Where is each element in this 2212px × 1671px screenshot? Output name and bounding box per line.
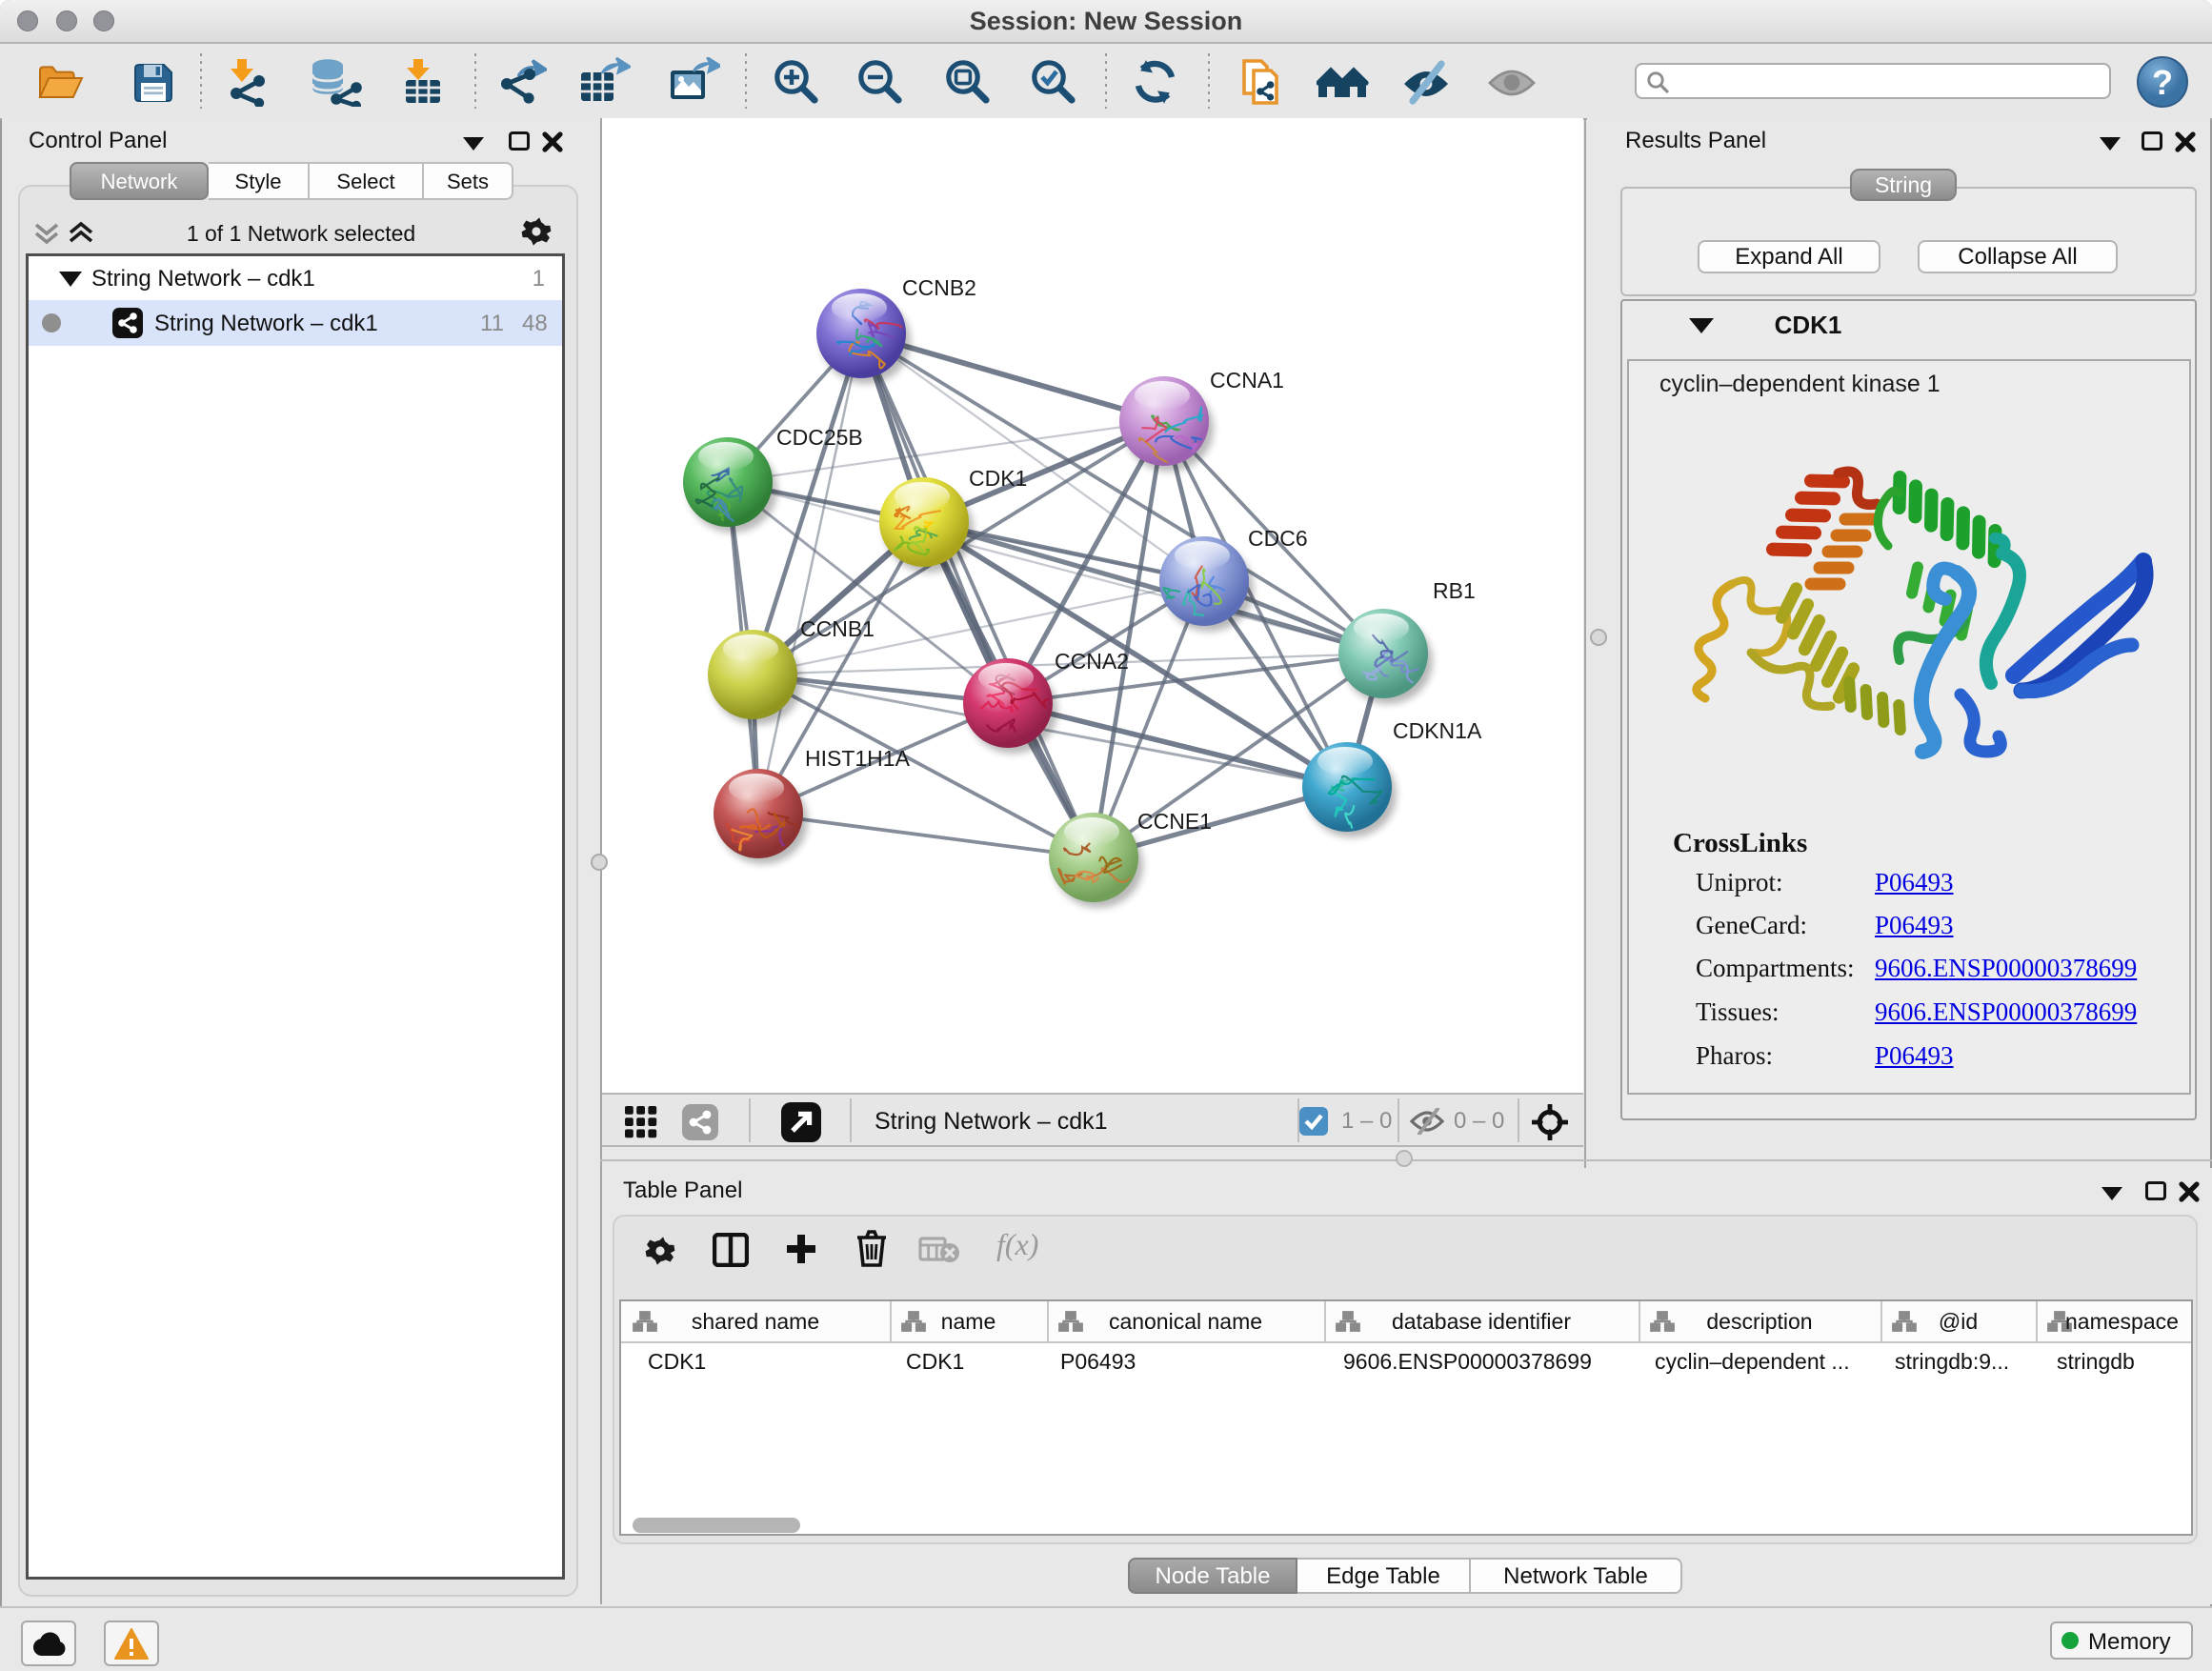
svg-text:CCNB1: CCNB1 [800,616,875,641]
svg-text:CCNA2: CCNA2 [1055,649,1129,674]
svg-text:CDK1: CDK1 [969,466,1027,491]
svg-text:CCNB2: CCNB2 [902,275,976,300]
svg-text:?: ? [2152,63,2173,102]
svg-text:RB1: RB1 [1433,578,1476,603]
svg-text:CDC25B: CDC25B [776,425,863,450]
svg-text:CDKN1A: CDKN1A [1393,718,1482,743]
svg-text:CDC6: CDC6 [1248,526,1308,551]
svg-text:HIST1H1A: HIST1H1A [805,746,911,771]
svg-text:CCNA1: CCNA1 [1210,368,1284,393]
svg-text:CCNE1: CCNE1 [1137,809,1212,834]
